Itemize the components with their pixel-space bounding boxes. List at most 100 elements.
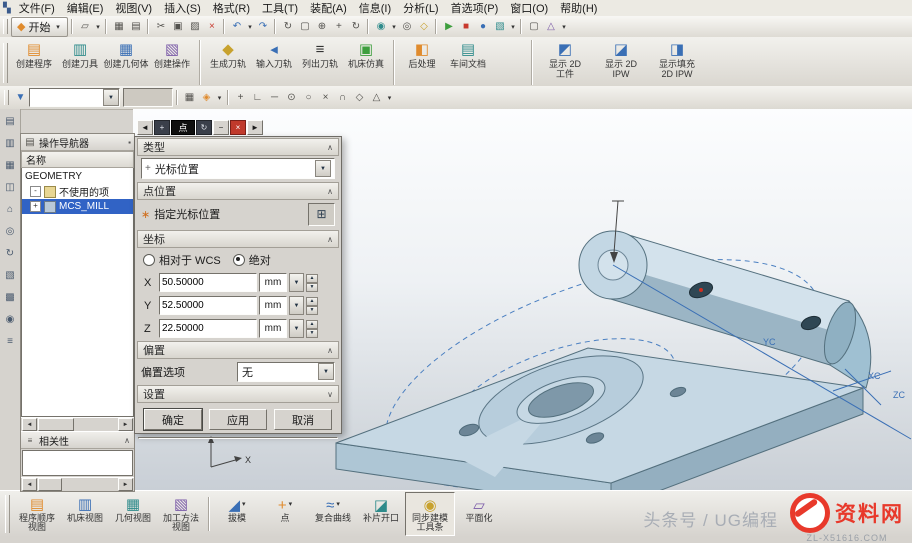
fit-view-icon[interactable]: ▢	[296, 18, 313, 35]
shop-documentation-button[interactable]: ▤ 车间文档	[445, 38, 491, 84]
copy-icon[interactable]: ▣	[169, 18, 186, 35]
create-program-button[interactable]: ▤ 创建程序	[11, 38, 57, 84]
shaded-display-icon[interactable]: ◉	[372, 18, 389, 35]
menu-tools[interactable]: 工具(T)	[256, 0, 304, 16]
menu-help[interactable]: 帮助(H)	[554, 0, 603, 16]
section-settings-chevron-icon[interactable]: ∨	[327, 390, 333, 399]
tree-row-geometry[interactable]: GEOMETRY	[22, 169, 133, 184]
section-coordinates-chevron-icon[interactable]: ∧	[327, 235, 333, 244]
selbar-grip[interactable]	[4, 90, 9, 105]
snap-intersection-icon[interactable]: ×	[317, 89, 334, 106]
refresh-icon[interactable]: ↻	[279, 18, 296, 35]
composite-curve-button[interactable]: ≈ ▾ 复合曲线	[309, 493, 357, 535]
y-spin-down-icon[interactable]: ▼	[306, 306, 318, 315]
start-button[interactable]: ◆ 开始 ▾	[11, 17, 68, 37]
snap-point-icon[interactable]: +	[232, 89, 249, 106]
x-spinner[interactable]: ▲ ▼	[306, 274, 318, 291]
hd3d-tools-icon[interactable]: ⌂	[2, 202, 18, 217]
cut-icon[interactable]: ✂	[152, 18, 169, 35]
dependencies-chevron-icon[interactable]: ∧	[124, 436, 130, 445]
z-unit-caret-icon[interactable]: ▼	[289, 319, 304, 338]
constraint-navigator-icon[interactable]: ▥	[2, 136, 18, 151]
x-unit-caret-icon[interactable]: ▼	[289, 273, 304, 292]
menu-window[interactable]: 窗口(O)	[504, 0, 554, 16]
create-geometry-button[interactable]: ▦ 创建几何体	[103, 38, 149, 84]
y-spin-up-icon[interactable]: ▲	[306, 297, 318, 306]
process-studio-icon[interactable]: ▩	[2, 290, 18, 305]
absolute-radio[interactable]	[233, 254, 245, 266]
show-filled-2d-ipw-button[interactable]: ◨ 显示填充 2D IPW	[649, 38, 705, 84]
wireframe-icon[interactable]: ◎	[398, 18, 415, 35]
snap-tangent-icon[interactable]: ∩	[334, 89, 351, 106]
create-operation-button[interactable]: ▧ 创建操作	[149, 38, 195, 84]
snap-center-icon[interactable]: ⊙	[283, 89, 300, 106]
synchronous-modeling-button[interactable]: ◉ 同步建模 工具条	[405, 492, 455, 536]
scroll-thumb[interactable]	[38, 418, 74, 431]
program-order-view-button[interactable]: ▤ 程序顺序 视图	[13, 493, 61, 535]
input-toolpath-button[interactable]: ◂ 输入刀轨	[251, 38, 297, 84]
dep-scroll-left-icon[interactable]: ◄	[22, 478, 37, 491]
menu-assembly[interactable]: 装配(A)	[304, 0, 353, 16]
redo-icon[interactable]: ↷	[254, 18, 271, 35]
measure-caret-icon[interactable]: ▾	[559, 18, 568, 35]
cancel-button[interactable]: 取消	[274, 409, 332, 430]
rotate-icon[interactable]: ↻	[347, 18, 364, 35]
point-caret-icon[interactable]: ▾	[289, 500, 293, 509]
tree-row-unused-items[interactable]: - 不使用的项	[22, 184, 133, 199]
sketch-icon[interactable]: ▱	[76, 18, 93, 35]
show-2d-ipw-button[interactable]: ◪ 显示 2D IPW	[593, 38, 649, 84]
rail-point-dialog-tab[interactable]: 点	[171, 120, 195, 135]
command-finder-box[interactable]	[123, 88, 173, 107]
menu-format[interactable]: 格式(R)	[207, 0, 256, 16]
z-spin-up-icon[interactable]: ▲	[306, 320, 318, 329]
section-point-chevron-icon[interactable]: ∧	[327, 187, 333, 196]
menu-view[interactable]: 视图(V)	[109, 0, 158, 16]
zoom-icon[interactable]: ⊕	[313, 18, 330, 35]
x-coordinate-input[interactable]	[159, 273, 257, 292]
name-column-header[interactable]: 名称	[21, 151, 134, 168]
selection-scope-combo[interactable]: ▼	[29, 88, 120, 107]
point-button[interactable]: + ▾ 点	[261, 493, 309, 535]
z-spin-down-icon[interactable]: ▼	[306, 329, 318, 338]
rail-minimize-icon[interactable]: −	[213, 120, 229, 135]
create-tool-button[interactable]: ▥ 创建刀具	[57, 38, 103, 84]
window-icon[interactable]: ▢	[525, 18, 542, 35]
composite-curve-caret-icon[interactable]: ▾	[336, 500, 340, 509]
menu-edit[interactable]: 编辑(E)	[61, 0, 110, 16]
menu-analysis[interactable]: 分析(L)	[397, 0, 444, 16]
info-icon[interactable]: ●	[474, 18, 491, 35]
select-all-icon[interactable]: ▦	[181, 89, 198, 106]
snap-endpoint-icon[interactable]: ∟	[249, 89, 266, 106]
machining-wizard-icon[interactable]: ◉	[2, 312, 18, 327]
rail-back-icon[interactable]: ◄	[137, 120, 153, 135]
y-spinner[interactable]: ▲ ▼	[306, 297, 318, 314]
web-browser-icon[interactable]: ◎	[2, 224, 18, 239]
scroll-left-icon[interactable]: ◄	[22, 418, 37, 431]
dependencies-scrollbar[interactable]: ◄ ►	[21, 477, 134, 491]
print-icon[interactable]: ▤	[127, 18, 144, 35]
scroll-right-icon[interactable]: ►	[118, 418, 133, 431]
history-icon[interactable]: ↻	[2, 246, 18, 261]
unused-items-expander-icon[interactable]: -	[30, 186, 41, 197]
stop-icon[interactable]: ■	[457, 18, 474, 35]
snap-midpoint-icon[interactable]: ─	[266, 89, 283, 106]
save-icon[interactable]: ▦	[110, 18, 127, 35]
play-icon[interactable]: ▶	[440, 18, 457, 35]
draft-button[interactable]: ◢ ▾ 拔模	[213, 493, 261, 535]
highlight-caret-icon[interactable]: ▾	[215, 89, 224, 106]
point-type-combo[interactable]: + 光标位置 ▼	[141, 158, 335, 179]
x-spin-up-icon[interactable]: ▲	[306, 274, 318, 283]
layers-caret-icon[interactable]: ▾	[508, 18, 517, 35]
section-type-chevron-icon[interactable]: ∧	[327, 143, 333, 152]
menu-insert[interactable]: 插入(S)	[158, 0, 207, 16]
section-offset[interactable]: 偏置 ∧	[137, 341, 339, 359]
section-coordinates[interactable]: 坐标 ∧	[137, 230, 339, 248]
pin-icon[interactable]: ▪	[128, 138, 131, 147]
rail-cursor-icon[interactable]: +	[154, 120, 170, 135]
machine-simulation-button[interactable]: ▣ 机床仿真	[343, 38, 389, 84]
tree-row-mcs-mill[interactable]: + MCS_MILL	[22, 199, 133, 214]
ok-button[interactable]: 确定	[144, 409, 202, 430]
offset-caret-icon[interactable]: ▼	[318, 363, 334, 380]
orient-view-icon[interactable]: ◇	[415, 18, 432, 35]
selection-scope-caret-icon[interactable]: ▼	[103, 89, 119, 106]
